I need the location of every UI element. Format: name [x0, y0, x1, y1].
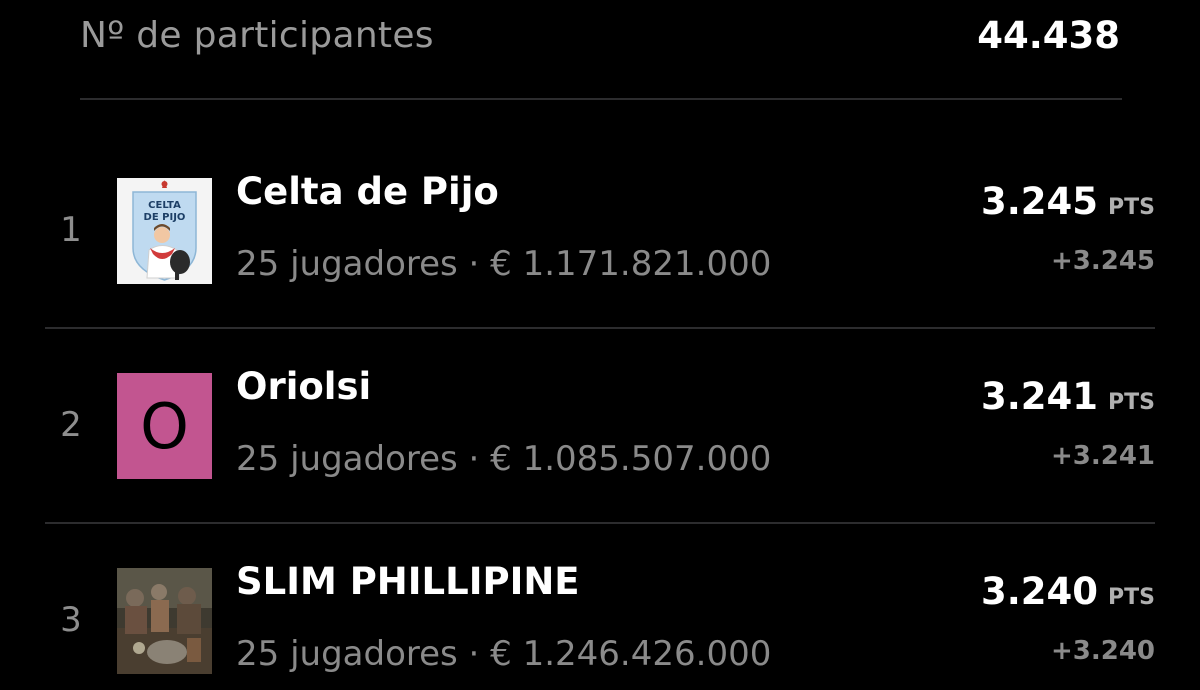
rank-number: 2 — [60, 405, 82, 445]
team-meta: 25 jugadores · € 1.085.507.000 — [236, 439, 772, 479]
ranking-row[interactable]: 3 SLIM PHILLIPINE 25 jugadores · € 1.246… — [0, 522, 1200, 690]
team-points: 3.245 PTS — [981, 180, 1155, 223]
points-value: 3.245 — [980, 180, 1099, 223]
team-photo-avatar — [117, 568, 212, 674]
participants-label: Nº de participantes — [80, 14, 434, 56]
points-unit: PTS — [1108, 390, 1155, 415]
svg-text:DE PIJO: DE PIJO — [144, 212, 186, 223]
participants-count: 44.438 — [977, 13, 1120, 57]
celta-de-pijo-badge-icon: CELTA DE PIJO — [117, 178, 212, 284]
ranking-row[interactable]: 2 O Oriolsi 25 jugadores · € 1.085.507.0… — [0, 327, 1200, 524]
team-letter-avatar: O — [117, 373, 212, 479]
participants-header: Nº de participantes 44.438 — [80, 0, 1120, 80]
svg-text:CELTA: CELTA — [148, 200, 181, 211]
points-value: 3.240 — [980, 570, 1099, 613]
team-points: 3.241 PTS — [981, 375, 1155, 418]
team-badge-avatar: CELTA DE PIJO — [117, 178, 212, 284]
rank-number: 3 — [60, 600, 82, 640]
team-name: Oriolsi — [236, 365, 372, 408]
points-unit: PTS — [1108, 585, 1155, 610]
team-points: 3.240 PTS — [981, 570, 1155, 613]
team-name: SLIM PHILLIPINE — [236, 560, 580, 603]
team-meta: 25 jugadores · € 1.246.426.000 — [236, 634, 772, 674]
header-divider — [80, 98, 1122, 100]
team-name: Celta de Pijo — [236, 170, 499, 213]
points-delta: +3.240 — [1050, 636, 1155, 666]
points-delta: +3.241 — [1050, 441, 1155, 471]
team-meta: 25 jugadores · € 1.171.821.000 — [236, 244, 772, 284]
points-unit: PTS — [1108, 195, 1155, 220]
rank-number: 1 — [60, 210, 82, 250]
ranking-row[interactable]: 1 CELTA DE PIJO Celta de Pijo 25 jugador… — [0, 132, 1200, 329]
photo-icon — [117, 568, 212, 674]
ranking-screen: Nº de participantes 44.438 1 CELTA DE PI… — [0, 0, 1200, 690]
points-value: 3.241 — [980, 375, 1099, 418]
points-delta: +3.245 — [1050, 246, 1155, 276]
